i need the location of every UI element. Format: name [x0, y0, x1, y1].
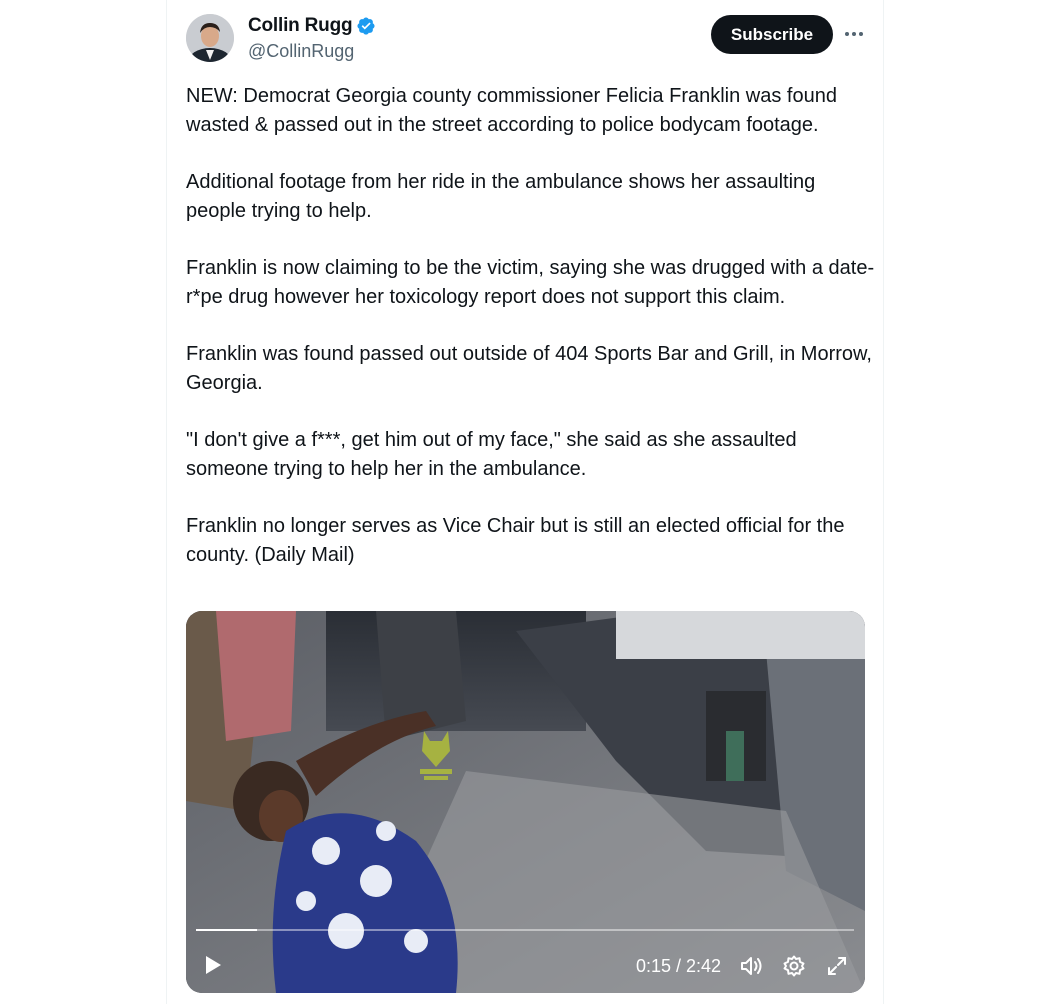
more-horizontal-icon[interactable] — [841, 22, 867, 46]
author-name-row[interactable]: Collin Rugg — [248, 15, 376, 37]
volume-icon[interactable] — [739, 954, 763, 978]
fullscreen-icon[interactable] — [825, 954, 849, 978]
video-frame — [186, 611, 865, 993]
author-handle[interactable]: @CollinRugg — [248, 41, 354, 62]
video-player[interactable]: 0:15 / 2:42 — [186, 611, 865, 993]
tweet-paragraph: NEW: Democrat Georgia county commissione… — [186, 85, 837, 136]
video-time-display: 0:15 / 2:42 — [636, 956, 722, 976]
play-icon[interactable] — [200, 953, 224, 977]
avatar[interactable] — [186, 14, 234, 62]
tweet-text: NEW: Democrat Georgia county commissione… — [186, 82, 876, 598]
tweet-paragraph: Franklin no longer serves as Vice Chair … — [186, 515, 845, 566]
watermark-logo — [416, 727, 456, 783]
video-progress-fill — [196, 929, 258, 931]
tweet-paragraph: Franklin was found passed out outside of… — [186, 343, 872, 394]
settings-icon[interactable] — [782, 954, 806, 978]
tweet-paragraph: "I don't give a f***, get him out of my … — [186, 429, 797, 480]
tweet-paragraph: Additional footage from her ride in the … — [186, 171, 816, 222]
verified-badge-icon — [356, 16, 376, 36]
author-display-name[interactable]: Collin Rugg — [248, 15, 353, 37]
tweet-card: Collin Rugg @CollinRugg Subscribe NEW: D… — [166, 0, 884, 1004]
tweet-paragraph: Franklin is now claiming to be the victi… — [186, 257, 875, 308]
video-progress-bar[interactable] — [196, 929, 854, 931]
subscribe-button[interactable]: Subscribe — [711, 15, 833, 54]
